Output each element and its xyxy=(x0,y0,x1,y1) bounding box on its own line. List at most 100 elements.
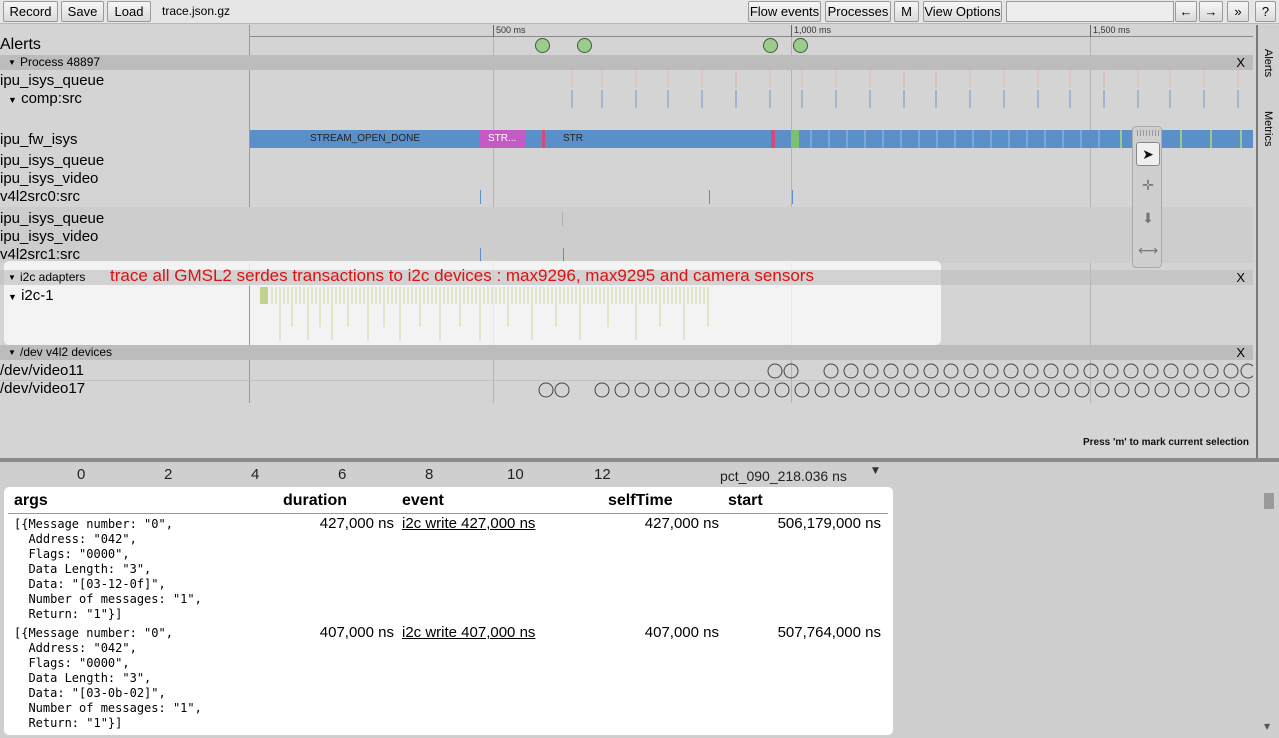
comp-src-events[interactable] xyxy=(250,70,1253,110)
column-header-start[interactable]: start xyxy=(728,492,763,510)
histogram-axis-label: 0 xyxy=(77,466,86,483)
table-scrollbar[interactable] xyxy=(1262,492,1274,732)
track-label: ipu_isys_queue xyxy=(0,152,105,169)
histogram-axis-label: 12 xyxy=(594,466,611,483)
i2c-group-title: i2c adapters xyxy=(20,270,86,284)
drag-handle[interactable] xyxy=(1137,130,1159,136)
time-ruler[interactable]: 500 ms 1,000 ms 1,500 ms xyxy=(250,25,1253,37)
column-header-event[interactable]: event xyxy=(402,492,444,510)
alert-marker[interactable] xyxy=(535,38,550,53)
close-process-group-icon[interactable]: X xyxy=(1236,55,1245,70)
track-label: /dev/video11 xyxy=(0,362,84,379)
event-tick[interactable] xyxy=(709,190,710,204)
load-button[interactable]: Load xyxy=(107,1,151,22)
expand-triangle-icon[interactable]: ▼ xyxy=(8,95,17,105)
track-label: v4l2src0:src xyxy=(0,188,81,205)
collapse-triangle-icon[interactable]: ▼ xyxy=(8,270,16,285)
metrics-side-tab[interactable]: Metrics xyxy=(1262,111,1274,146)
expand-triangle-icon[interactable]: ▼ xyxy=(8,292,17,302)
track-label: ipu_isys_video xyxy=(0,170,99,187)
start-cell: 507,764,000 ns xyxy=(777,624,881,641)
selection-mode-icon[interactable]: ➤ xyxy=(1136,142,1160,166)
collapse-triangle-icon[interactable]: ▼ xyxy=(8,345,16,360)
v4l2-group-header[interactable]: ▼ /dev v4l2 devices X xyxy=(0,345,1253,360)
selftime-cell: 407,000 ns xyxy=(644,624,719,641)
close-v4l2-group-icon[interactable]: X xyxy=(1236,345,1245,360)
v4l2-group-title: /dev v4l2 devices xyxy=(20,345,113,359)
scroll-down-icon[interactable]: ▼ xyxy=(1264,722,1270,731)
column-header-selftime[interactable]: selfTime xyxy=(608,492,673,510)
i2c-1-events[interactable] xyxy=(250,287,720,343)
args-cell: [{Message number: "0", Address: "042", F… xyxy=(14,517,202,621)
track-label: /dev/video17 xyxy=(0,380,86,397)
process-group-header[interactable]: ▼ Process 48897 X xyxy=(0,55,1253,70)
collapse-triangle-icon[interactable]: ▼ xyxy=(8,55,16,70)
ruler-tick xyxy=(1090,25,1091,37)
track-label: ▼ i2c-1 xyxy=(8,287,54,304)
track-label: ipu_isys_queue xyxy=(0,210,105,227)
side-panel: Alerts Metrics xyxy=(1256,25,1279,461)
start-cell: 506,179,000 ns xyxy=(777,515,881,532)
close-i2c-group-icon[interactable]: X xyxy=(1236,270,1245,285)
video-device-events[interactable] xyxy=(250,362,1253,400)
event-link[interactable]: i2c write 407,000 ns xyxy=(402,624,535,641)
processes-button[interactable]: Processes xyxy=(825,1,891,22)
dropdown-arrow-icon[interactable]: ▼ xyxy=(872,466,879,476)
track-label: ipu_fw_isys xyxy=(0,131,78,148)
search-input[interactable] xyxy=(1006,1,1174,22)
alerts-track-label: Alerts xyxy=(0,36,41,53)
pan-mode-icon[interactable]: ✛ xyxy=(1136,174,1160,198)
event-tick[interactable] xyxy=(563,248,564,262)
track-stripe xyxy=(0,207,1253,263)
track-label: ipu_isys_queue xyxy=(0,72,105,89)
view-options-button[interactable]: View Options xyxy=(923,1,1002,22)
histogram-axis-label: 10 xyxy=(507,466,524,483)
trace-filename: trace.json.gz xyxy=(162,4,231,18)
save-button[interactable]: Save xyxy=(61,1,104,22)
column-header-duration[interactable]: duration xyxy=(283,492,347,510)
zoom-mode-icon[interactable]: ⬇ xyxy=(1136,207,1160,231)
mouse-mode-palette: ➤ ✛ ⬇ ⟷ xyxy=(1132,126,1162,268)
event-link[interactable]: i2c write 427,000 ns xyxy=(402,515,535,532)
event-tick[interactable] xyxy=(792,190,793,204)
flow-events-button[interactable]: Flow events xyxy=(748,1,821,22)
toolbar: Record Save Load trace.json.gz Flow even… xyxy=(0,0,1279,24)
record-button[interactable]: Record xyxy=(3,1,58,22)
event-tick[interactable] xyxy=(480,248,481,262)
alert-marker[interactable] xyxy=(793,38,808,53)
more-button[interactable]: » xyxy=(1227,1,1249,22)
track-label-text: comp:src xyxy=(21,90,82,107)
ruler-label-1000: 1,000 ms xyxy=(794,25,832,35)
event-tick[interactable] xyxy=(480,190,481,204)
histogram-axis-label: 4 xyxy=(251,466,260,483)
ruler-label-1500: 1,500 ms xyxy=(1093,25,1131,35)
alert-marker[interactable] xyxy=(577,38,592,53)
process-group-title: Process 48897 xyxy=(20,55,101,69)
alerts-side-tab[interactable]: Alerts xyxy=(1262,49,1274,77)
find-next-button[interactable]: → xyxy=(1199,1,1223,22)
event-tick[interactable] xyxy=(562,212,563,226)
find-previous-button[interactable]: ← xyxy=(1175,1,1197,22)
metadata-button[interactable]: M xyxy=(894,1,919,22)
timing-mode-icon[interactable]: ⟷ xyxy=(1136,239,1160,263)
scrollbar-thumb[interactable] xyxy=(1264,493,1274,509)
selection-summary: pct_090_218.036 ns xyxy=(720,468,847,484)
duration-cell: 407,000 ns xyxy=(319,624,394,641)
event-table: args duration event selfTime start [{Mes… xyxy=(4,487,893,735)
help-button[interactable]: ? xyxy=(1255,1,1276,22)
track-label: ▼ comp:src xyxy=(8,90,82,107)
annotation-text: trace all GMSL2 serdes transactions to i… xyxy=(110,266,814,285)
ruler-tick xyxy=(791,25,792,37)
histogram-axis-label: 6 xyxy=(338,466,347,483)
histogram-axis-label: 2 xyxy=(164,466,173,483)
track-label-text: i2c-1 xyxy=(21,287,54,304)
header-divider xyxy=(8,513,888,514)
ruler-tick xyxy=(493,25,494,37)
fw-isys-dense-slices xyxy=(542,130,1242,148)
ruler-label-500: 500 ms xyxy=(496,25,526,35)
mark-selection-hint: Press 'm' to mark current selection xyxy=(1083,437,1249,448)
alert-marker[interactable] xyxy=(763,38,778,53)
selftime-cell: 427,000 ns xyxy=(644,515,719,532)
timeline-empty-area xyxy=(0,403,1253,458)
column-header-args[interactable]: args xyxy=(14,492,48,510)
